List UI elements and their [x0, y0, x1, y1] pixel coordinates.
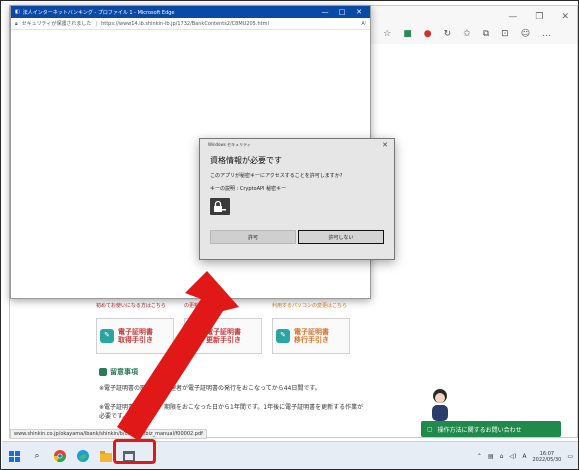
collections-icon[interactable]: ⧉ — [483, 29, 489, 39]
clock[interactable]: 16:07 2022/05/30 — [533, 451, 562, 463]
background-toolbar: A ☆ ■ ● ↻ ✩ ⧉ ⊡ ☺ … — [365, 26, 551, 42]
popup-address-bar[interactable]: 🔒︎ セキュリティが保護されました | https://www14.ib.shi… — [11, 18, 370, 30]
chat-text: 操作方法に関するお問い合わせ — [437, 426, 522, 434]
favorites-icon[interactable]: ✩ — [463, 29, 471, 39]
allow-button[interactable]: 許可 — [210, 230, 296, 244]
popup-title: 法人インターネットバンキング - プロファイル 1 - Microsoft Ed… — [22, 9, 175, 16]
share-icon[interactable]: ⊡ — [501, 29, 509, 39]
system-tray: ⌃ ▤ ⌂ ◁) A 16:07 2022/05/30 ▭ — [477, 442, 573, 469]
volume-icon[interactable]: ◁) — [509, 453, 516, 460]
ime-indicator[interactable]: A — [522, 453, 526, 460]
favorite-icon[interactable]: ☆ — [383, 29, 391, 39]
lock-icon: 🔒︎ — [15, 20, 18, 27]
app-icon: ◧ — [15, 9, 20, 15]
cert-move-guide-button[interactable]: ✎ 電子証明書 移行手引き — [272, 318, 350, 354]
close-icon[interactable]: ✕ — [352, 8, 366, 16]
extension-icon[interactable]: ■ — [403, 29, 412, 39]
cert-card-line1: 電子証明書 — [294, 327, 329, 336]
dialog-buttons: 許可 許可しない — [210, 230, 384, 244]
chevron-up-icon[interactable]: ⌃ — [477, 453, 482, 460]
tray-app-icon[interactable]: ▤ — [488, 453, 494, 460]
minimize-icon[interactable]: — — [318, 8, 332, 16]
notification-icon[interactable]: ▭ — [567, 453, 573, 460]
clock-date: 2022/05/30 — [532, 456, 562, 463]
maximize-icon[interactable]: □ — [335, 8, 349, 16]
document-icon: ✎ — [276, 329, 290, 343]
chat-icon: ▢ — [427, 425, 433, 433]
windows-taskbar: ⌕ ⌃ ▤ ⌂ ◁) A 16:07 2022/05/30 ▭ — [2, 441, 578, 469]
refresh-icon[interactable]: ↻ — [444, 29, 452, 39]
minimize-icon[interactable]: — — [508, 12, 517, 22]
dialog-key-description: キーの説明 : CryptoAPI 秘密キー — [210, 186, 287, 192]
search-icon[interactable]: ⌕ — [31, 450, 43, 462]
cert-column-move: 利用するパソコンの変更はこちら ✎ 電子証明書 移行手引き — [272, 303, 354, 354]
edge-icon[interactable] — [77, 450, 89, 462]
dialog-message: このアプリが秘密キーにアクセスすることを許可しますか? — [210, 173, 343, 179]
dialog-header-text: Windows セキュリティ — [208, 142, 251, 147]
cert-card-line2: 移行手引き — [294, 336, 329, 344]
dialog-header: Windows セキュリティ ✕ — [200, 139, 394, 151]
windows-security-dialog: Windows セキュリティ ✕ 資格情報が必要です このアプリが秘密キーにアク… — [199, 138, 395, 260]
chrome-icon[interactable] — [54, 450, 66, 462]
screenshot: — ❐ ✕ A ☆ ■ ● ↻ ✩ ⧉ ⊡ ☺ … 初めてお使いになる方はこちら… — [0, 0, 579, 470]
file-explorer-icon[interactable] — [100, 450, 112, 462]
maximize-icon[interactable]: ❐ — [535, 12, 543, 22]
cert-subtitle: 利用するパソコンの変更はこちら — [272, 303, 348, 309]
popup-url: https://www14.ib.shinkin-ib.jp/1732/Bank… — [101, 20, 269, 27]
windows-start-icon[interactable] — [8, 450, 20, 462]
chat-support-button[interactable]: ▢ 操作方法に関するお問い合わせ — [421, 421, 561, 437]
dialog-title: 資格情報が必要です — [210, 156, 282, 165]
extension-red-icon[interactable]: ● — [424, 29, 432, 39]
profile-icon[interactable]: ☺ — [521, 29, 530, 39]
popup-titlebar: ◧ 法人インターネットバンキング - プロファイル 1 - Microsoft … — [11, 6, 370, 18]
lock-icon — [210, 198, 230, 215]
security-status: セキュリティが保護されました — [21, 21, 92, 27]
more-icon[interactable]: … — [542, 29, 551, 39]
deny-button[interactable]: 許可しない — [298, 230, 384, 244]
taskbar-highlight-box — [113, 439, 156, 464]
red-arrow-annotation — [117, 271, 239, 441]
bullet-icon — [99, 368, 107, 376]
network-icon[interactable]: ⌂ — [500, 453, 504, 460]
read-aloud-icon[interactable]: A⁾ — [361, 21, 366, 27]
chat-avatar[interactable] — [427, 387, 453, 421]
close-icon[interactable]: ✕ — [561, 12, 569, 22]
close-icon[interactable]: ✕ — [382, 141, 388, 149]
